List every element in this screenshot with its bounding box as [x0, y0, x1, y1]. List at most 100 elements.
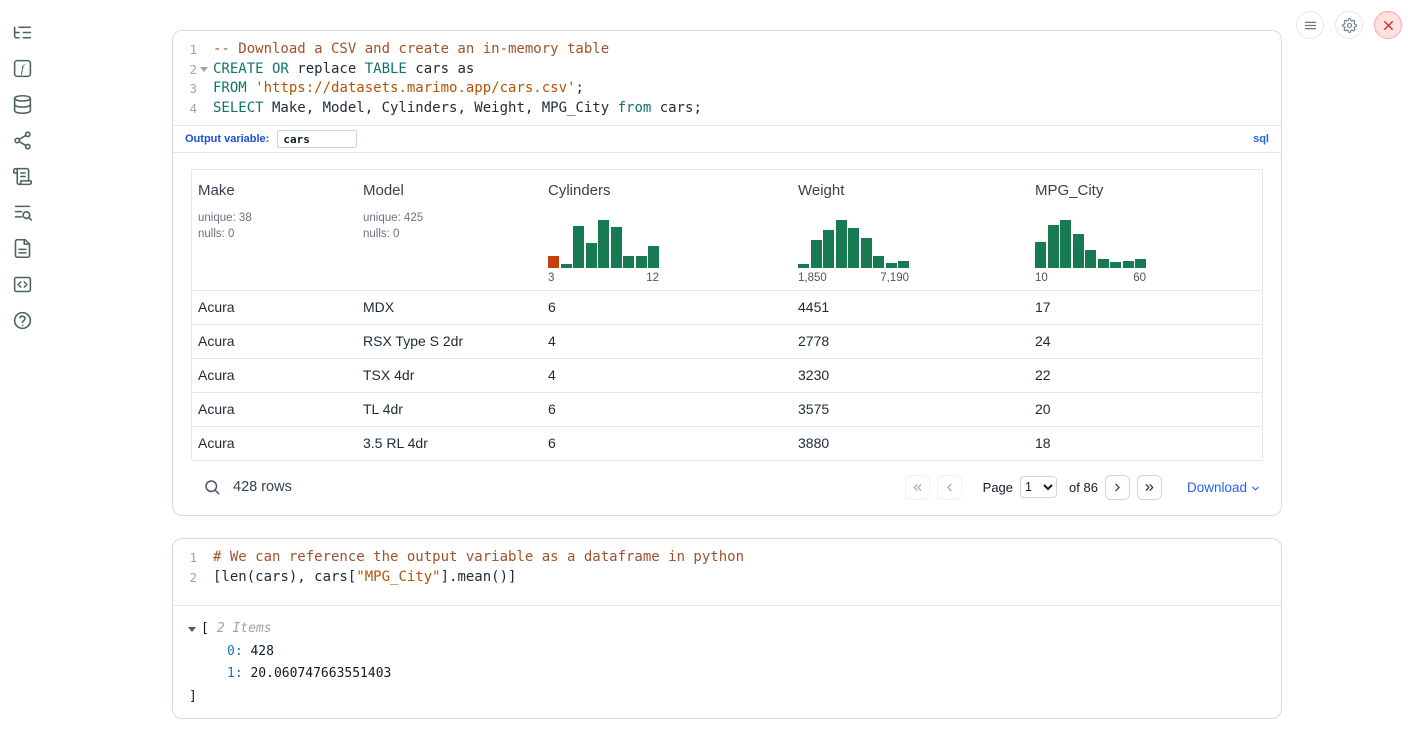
- column-header-weight[interactable]: Weight1,8507,190: [792, 182, 1029, 284]
- histogram-bar: [798, 264, 809, 268]
- top-right-controls: [1296, 11, 1402, 39]
- code-line[interactable]: 1 -- Download a CSV and create an in-memo…: [173, 40, 1281, 60]
- code-line[interactable]: 2CREATE OR replace TABLE cars as: [173, 60, 1281, 80]
- column-name: Model: [363, 182, 542, 199]
- file-text-icon[interactable]: [12, 238, 33, 259]
- table-cell: 4: [542, 359, 792, 392]
- page-select[interactable]: 1: [1020, 476, 1057, 498]
- code-text: # We can reference the output variable a…: [211, 548, 744, 568]
- line-number: 1: [173, 548, 197, 568]
- line-number: 2: [173, 60, 197, 80]
- table-cell: Acura: [192, 359, 357, 392]
- table-cell: 3230: [792, 359, 1029, 392]
- code-line[interactable]: 3 FROM 'https://datasets.marimo.app/cars.…: [173, 79, 1281, 99]
- function-square-icon[interactable]: f: [12, 58, 33, 79]
- close-icon: [1381, 18, 1396, 33]
- histogram-bar: [836, 220, 847, 268]
- table-cell: 3880: [792, 427, 1029, 460]
- table-cell: Acura: [192, 325, 357, 358]
- table-cell: 6: [542, 291, 792, 324]
- chevron-right-icon: [1111, 481, 1124, 494]
- close-bracket: ]: [187, 686, 1267, 709]
- left-sidebar: f: [0, 0, 44, 331]
- code-line[interactable]: 1 # We can reference the output variable …: [173, 548, 1281, 568]
- pagination: Page 1 of 86 Download: [905, 475, 1261, 500]
- database-icon[interactable]: [12, 94, 33, 115]
- histogram-bar: [886, 263, 897, 268]
- network-icon[interactable]: [12, 130, 33, 151]
- line-number: 2: [173, 568, 197, 588]
- output-variable-input[interactable]: [277, 130, 357, 148]
- histogram-axis-labels: 1060: [1035, 272, 1146, 284]
- scroll-icon[interactable]: [12, 166, 33, 187]
- file-tree-icon[interactable]: [12, 22, 33, 43]
- download-label: Download: [1187, 480, 1247, 495]
- histogram-bar: [1060, 220, 1071, 268]
- code-line[interactable]: 2 [len(cars), cars["MPG_City"].mean()]: [173, 568, 1281, 588]
- column-header-make[interactable]: Makeunique: 38nulls: 0: [192, 182, 357, 284]
- column-header-model[interactable]: Modelunique: 425nulls: 0: [357, 182, 542, 284]
- table-cell: Acura: [192, 291, 357, 324]
- table-cell: 18: [1029, 427, 1262, 460]
- settings-button[interactable]: [1335, 11, 1363, 39]
- histogram-bar: [648, 246, 659, 268]
- column-header-cylinders[interactable]: Cylinders312: [542, 182, 792, 284]
- last-page-button[interactable]: [1137, 475, 1162, 500]
- histogram-bar: [1123, 261, 1134, 268]
- table-cell: MDX: [357, 291, 542, 324]
- histogram-bar: [1135, 259, 1146, 268]
- histogram-bar: [861, 238, 872, 268]
- table-footer: 428 rows Page 1 of 86: [191, 467, 1263, 507]
- language-badge: sql: [1253, 133, 1269, 145]
- line-number: 3: [173, 79, 197, 99]
- chevron-down-icon: [1250, 483, 1261, 494]
- histogram-bar: [1048, 225, 1059, 268]
- fold-caret-icon[interactable]: [200, 65, 209, 74]
- table-cell: Acura: [192, 427, 357, 460]
- search-icon[interactable]: [203, 478, 221, 496]
- table-row: AcuraRSX Type S 2dr4277824: [192, 324, 1262, 358]
- menu-button[interactable]: [1296, 11, 1324, 39]
- download-button[interactable]: Download: [1187, 480, 1261, 495]
- histogram-bar: [1035, 242, 1046, 268]
- table-cell: 17: [1029, 291, 1262, 324]
- help-circle-icon[interactable]: [12, 310, 33, 331]
- column-name: Make: [198, 182, 357, 199]
- histogram-bar: [636, 256, 647, 268]
- table-cell: TL 4dr: [357, 393, 542, 426]
- histogram-bar: [848, 228, 859, 268]
- line-number: 4: [173, 99, 197, 119]
- code-box-icon[interactable]: [12, 274, 33, 295]
- python-editor[interactable]: 1 # We can reference the output variable …: [173, 539, 1281, 605]
- line-number: 1: [173, 40, 197, 60]
- sql-editor[interactable]: 1 -- Download a CSV and create an in-memo…: [173, 31, 1281, 125]
- histogram-bar: [1085, 250, 1096, 268]
- tree-head: [ 2 Items: [187, 618, 1267, 641]
- sql-output: Makeunique: 38nulls: 0Modelunique: 425nu…: [173, 153, 1281, 515]
- chevrons-left-icon: [911, 481, 924, 494]
- tree-entry: 1: 20.060747663551403: [187, 663, 1267, 686]
- histogram-cylinders: 312: [548, 220, 659, 284]
- table-cell: 2778: [792, 325, 1029, 358]
- table-cell: RSX Type S 2dr: [357, 325, 542, 358]
- histogram-bar: [898, 261, 909, 268]
- table-cell: 22: [1029, 359, 1262, 392]
- shutdown-button[interactable]: [1374, 11, 1402, 39]
- next-page-button[interactable]: [1105, 475, 1130, 500]
- sql-cell: 1 -- Download a CSV and create an in-memo…: [172, 30, 1282, 516]
- histogram-axis-labels: 312: [548, 272, 659, 284]
- code-text: [len(cars), cars["MPG_City"].mean()]: [211, 568, 516, 588]
- histogram-bar: [1073, 234, 1084, 268]
- search-list-icon[interactable]: [12, 202, 33, 223]
- collapse-caret-icon[interactable]: [187, 624, 199, 634]
- prev-page-button[interactable]: [937, 475, 962, 500]
- code-text: SELECT Make, Model, Cylinders, Weight, M…: [211, 99, 702, 119]
- code-line[interactable]: 4 SELECT Make, Model, Cylinders, Weight, …: [173, 99, 1281, 119]
- column-header-mpg_city[interactable]: MPG_City1060: [1029, 182, 1262, 284]
- histogram-bar: [586, 243, 597, 268]
- output-variable-bar: Output variable: sql: [173, 125, 1281, 153]
- first-page-button[interactable]: [905, 475, 930, 500]
- table-body: AcuraMDX6445117AcuraRSX Type S 2dr427782…: [192, 290, 1262, 460]
- code-text: FROM 'https://datasets.marimo.app/cars.c…: [211, 79, 584, 99]
- code-text: -- Download a CSV and create an in-memor…: [211, 40, 609, 60]
